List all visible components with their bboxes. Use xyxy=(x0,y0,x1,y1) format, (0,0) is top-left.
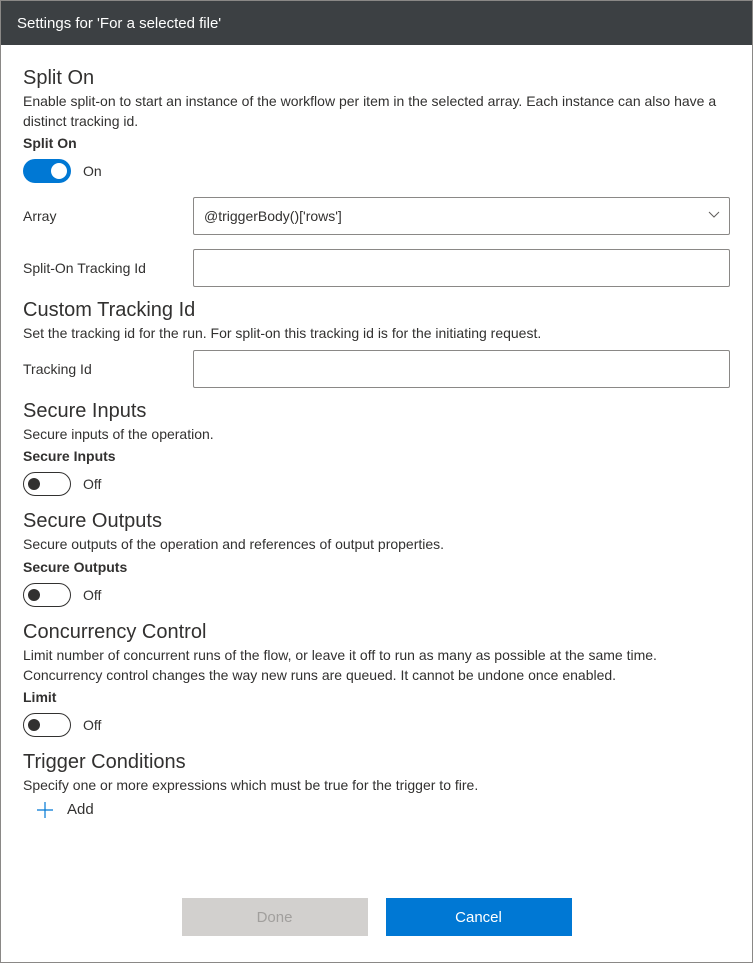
dialog-footer: Done Cancel xyxy=(1,876,752,962)
concurrency-toggle-label: Limit xyxy=(23,689,730,705)
trigger-conditions-section: Trigger Conditions Specify one or more e… xyxy=(23,751,730,820)
add-condition-label: Add xyxy=(67,801,94,818)
plus-icon xyxy=(35,800,55,820)
secure-inputs-toggle-state: Off xyxy=(83,476,101,492)
custom-tracking-desc: Set the tracking id for the run. For spl… xyxy=(23,324,730,344)
chevron-down-icon xyxy=(707,208,721,225)
toggle-knob xyxy=(51,163,67,179)
split-on-toggle-state: On xyxy=(83,163,102,179)
settings-dialog: Settings for 'For a selected file' Split… xyxy=(0,0,753,963)
secure-outputs-toggle-state: Off xyxy=(83,587,101,603)
secure-inputs-toggle[interactable] xyxy=(23,472,71,496)
trigger-conditions-heading: Trigger Conditions xyxy=(23,751,730,774)
concurrency-toggle[interactable] xyxy=(23,713,71,737)
custom-tracking-heading: Custom Tracking Id xyxy=(23,299,730,322)
dialog-title: Settings for 'For a selected file' xyxy=(17,15,221,32)
secure-outputs-desc: Secure outputs of the operation and refe… xyxy=(23,535,730,555)
concurrency-section: Concurrency Control Limit number of conc… xyxy=(23,621,730,737)
secure-outputs-toggle-label: Secure Outputs xyxy=(23,559,730,575)
dialog-content: Split On Enable split-on to start an ins… xyxy=(1,45,752,876)
split-on-toggle-label: Split On xyxy=(23,135,730,151)
tracking-id-label: Tracking Id xyxy=(23,361,183,377)
custom-tracking-section: Custom Tracking Id Set the tracking id f… xyxy=(23,299,730,388)
secure-inputs-toggle-label: Secure Inputs xyxy=(23,448,730,464)
array-value: @triggerBody()['rows'] xyxy=(204,208,342,224)
concurrency-toggle-state: Off xyxy=(83,717,101,733)
spliton-tracking-label: Split-On Tracking Id xyxy=(23,260,183,276)
done-button[interactable]: Done xyxy=(182,898,368,936)
spliton-tracking-input[interactable] xyxy=(193,249,730,287)
secure-outputs-toggle[interactable] xyxy=(23,583,71,607)
trigger-conditions-desc: Specify one or more expressions which mu… xyxy=(23,776,730,796)
split-on-toggle[interactable] xyxy=(23,159,71,183)
toggle-knob xyxy=(28,589,40,601)
tracking-id-input[interactable] xyxy=(193,350,730,388)
dialog-titlebar: Settings for 'For a selected file' xyxy=(1,1,752,45)
array-label: Array xyxy=(23,208,183,224)
split-on-desc: Enable split-on to start an instance of … xyxy=(23,92,730,131)
array-select[interactable]: @triggerBody()['rows'] xyxy=(193,197,730,235)
secure-inputs-desc: Secure inputs of the operation. xyxy=(23,425,730,445)
add-condition-button[interactable]: Add xyxy=(23,800,730,820)
split-on-section: Split On Enable split-on to start an ins… xyxy=(23,67,730,287)
secure-inputs-heading: Secure Inputs xyxy=(23,400,730,423)
toggle-knob xyxy=(28,719,40,731)
cancel-button[interactable]: Cancel xyxy=(386,898,572,936)
toggle-knob xyxy=(28,478,40,490)
secure-outputs-section: Secure Outputs Secure outputs of the ope… xyxy=(23,510,730,607)
secure-inputs-section: Secure Inputs Secure inputs of the opera… xyxy=(23,400,730,497)
concurrency-desc: Limit number of concurrent runs of the f… xyxy=(23,646,730,685)
concurrency-heading: Concurrency Control xyxy=(23,621,730,644)
split-on-heading: Split On xyxy=(23,67,730,90)
secure-outputs-heading: Secure Outputs xyxy=(23,510,730,533)
